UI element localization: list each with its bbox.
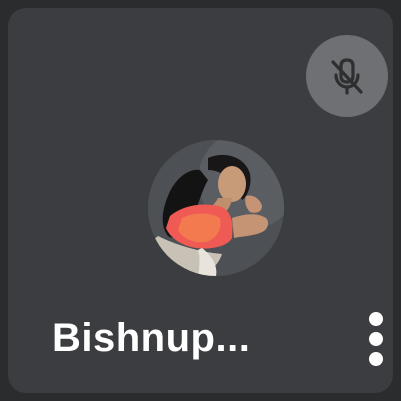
avatar [148,140,284,276]
participant-tile[interactable]: Bishnup... [8,8,393,393]
mic-off-icon [331,58,363,95]
more-vert-icon-dot [369,312,383,326]
avatar-photo [148,140,284,276]
mic-off-badge [306,35,388,117]
more-vert-icon-dot [369,352,383,366]
participant-name: Bishnup... [52,316,251,360]
more-vert-icon-dot [369,332,383,346]
more-options-button[interactable] [354,306,393,372]
